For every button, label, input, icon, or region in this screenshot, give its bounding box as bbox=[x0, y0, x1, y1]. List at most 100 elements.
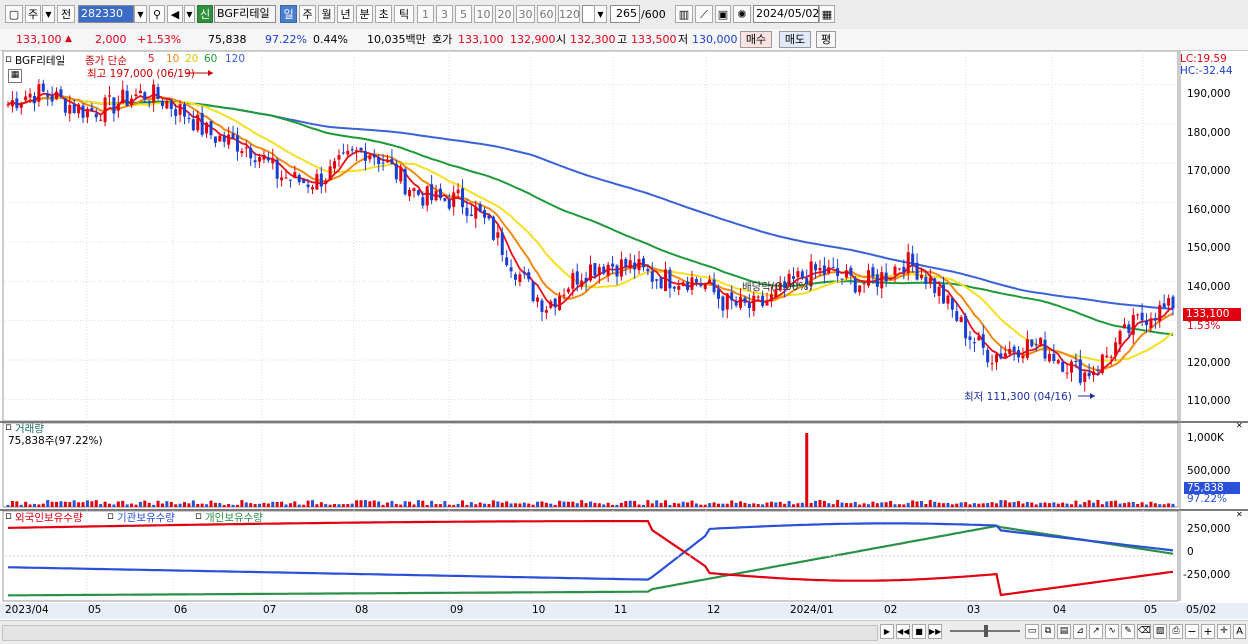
candle-body bbox=[359, 147, 363, 151]
candle-body bbox=[328, 166, 332, 180]
period-day[interactable]: 일 bbox=[280, 5, 297, 23]
current-pct-tag: 1.53% bbox=[1187, 320, 1221, 332]
copy-icon[interactable]: ⧉ bbox=[1041, 624, 1055, 639]
zoom-slider-handle[interactable] bbox=[984, 625, 988, 637]
volume-bar bbox=[637, 504, 641, 507]
chevron-down-icon[interactable]: ▼ bbox=[594, 5, 607, 23]
candle-body bbox=[368, 155, 372, 160]
volume-bar bbox=[134, 504, 138, 507]
buy-button[interactable]: 매수 bbox=[740, 31, 772, 48]
chevron-down-icon[interactable]: ▼ bbox=[42, 5, 55, 23]
volume-pane-menu-icon[interactable]: ▫ bbox=[5, 421, 12, 433]
prev-button[interactable]: 전 bbox=[57, 5, 75, 23]
volume-bar bbox=[1118, 503, 1122, 507]
volume-bar bbox=[1043, 502, 1047, 507]
count-input[interactable]: 265 bbox=[610, 5, 640, 23]
draw-line-icon[interactable]: ⟋ bbox=[695, 5, 713, 23]
plus-icon[interactable]: + bbox=[1201, 624, 1215, 639]
date-input[interactable]: 2024/05/02 bbox=[753, 5, 819, 23]
period-month[interactable]: 월 bbox=[318, 5, 335, 23]
speaker-icon[interactable]: ◀ bbox=[167, 5, 183, 23]
volume-bar bbox=[858, 504, 862, 507]
mult-10[interactable]: 10 bbox=[474, 5, 493, 23]
volume-bar bbox=[716, 503, 720, 507]
crosshair-icon[interactable]: ✛ bbox=[1217, 624, 1231, 639]
turnover-pct: 0.44% bbox=[313, 33, 348, 46]
candle-body bbox=[262, 154, 266, 160]
mult-120[interactable]: 120 bbox=[558, 5, 580, 23]
volume-bar bbox=[19, 504, 23, 507]
minus-icon[interactable]: − bbox=[1185, 624, 1199, 639]
period-week[interactable]: 주 bbox=[299, 5, 316, 23]
volume-bar bbox=[465, 504, 469, 507]
stock-chart[interactable] bbox=[0, 51, 1248, 621]
volume-bar bbox=[416, 500, 420, 507]
volume-bar bbox=[646, 500, 650, 507]
mult-20[interactable]: 20 bbox=[495, 5, 514, 23]
period-second[interactable]: 초 bbox=[375, 5, 392, 23]
price-pane-menu-icon[interactable]: ▫ bbox=[5, 53, 12, 65]
x-tick: 2023/04 bbox=[5, 604, 49, 616]
chevron-down-icon[interactable]: ▼ bbox=[184, 5, 195, 23]
pencil-icon[interactable]: ✎ bbox=[1121, 624, 1135, 639]
candle-body bbox=[531, 281, 535, 302]
volume-bar bbox=[1008, 502, 1012, 507]
code-dropdown-icon[interactable]: ▼ bbox=[134, 5, 147, 23]
auto-scale-icon[interactable]: A bbox=[1233, 624, 1246, 639]
close-icon[interactable]: ✕ bbox=[1236, 421, 1243, 430]
y-tick: 190,000 bbox=[1187, 88, 1231, 100]
mult-1[interactable]: 1 bbox=[417, 5, 434, 23]
close-icon[interactable]: ✕ bbox=[1236, 510, 1243, 519]
candle-body bbox=[862, 283, 866, 285]
calendar-icon[interactable]: ▦ bbox=[819, 5, 835, 23]
dividend-annotation: 배당락(0.00%) bbox=[742, 281, 813, 293]
measure-icon[interactable]: ⊿ bbox=[1073, 624, 1087, 639]
volume-bar bbox=[90, 501, 94, 507]
wave-icon[interactable]: ∿ bbox=[1105, 624, 1119, 639]
window-icon[interactable]: ▢ bbox=[5, 5, 23, 23]
candle-body bbox=[310, 187, 314, 190]
price-pane-title: BGF리테일 bbox=[15, 55, 66, 67]
candle-body bbox=[681, 283, 685, 286]
period-minute[interactable]: 분 bbox=[356, 5, 373, 23]
candle-body bbox=[889, 277, 893, 280]
mult-5[interactable]: 5 bbox=[455, 5, 472, 23]
volume-bar bbox=[641, 504, 645, 507]
stop-icon[interactable]: ■ bbox=[912, 624, 926, 639]
candle-body bbox=[1100, 354, 1104, 374]
eraser-icon[interactable]: ⌫ bbox=[1137, 624, 1151, 639]
volume-bar bbox=[721, 503, 725, 507]
volume-bar bbox=[1145, 504, 1149, 507]
volume-bar bbox=[712, 502, 716, 507]
avg-button[interactable]: 평 bbox=[816, 31, 836, 48]
candle-body bbox=[730, 292, 734, 301]
sell-button[interactable]: 매도 bbox=[779, 31, 811, 48]
stock-code-input[interactable]: 282330 bbox=[78, 5, 134, 23]
rewind-icon[interactable]: ◀◀ bbox=[896, 624, 910, 639]
scroll-right-icon[interactable]: ▶ bbox=[880, 624, 894, 639]
period-year[interactable]: 년 bbox=[337, 5, 354, 23]
volume-bar bbox=[306, 500, 310, 507]
search-icon[interactable]: ⚲ bbox=[149, 5, 165, 23]
save-icon[interactable]: ▣ bbox=[715, 5, 731, 23]
mult-60[interactable]: 60 bbox=[537, 5, 556, 23]
grid-toggle-icon[interactable]: ▦ bbox=[8, 69, 22, 83]
candle-icon[interactable]: ▥ bbox=[675, 5, 693, 23]
trend-icon[interactable]: ↗ bbox=[1089, 624, 1103, 639]
candle-body bbox=[403, 169, 407, 195]
view-select[interactable]: 주 bbox=[25, 5, 41, 23]
volume-bar bbox=[522, 502, 526, 507]
mult-30[interactable]: 30 bbox=[516, 5, 535, 23]
print-icon[interactable]: ⎙ bbox=[1169, 624, 1183, 639]
gear-icon[interactable]: ✺ bbox=[733, 5, 751, 23]
image-icon[interactable]: ▧ bbox=[1153, 624, 1167, 639]
holdings-pane-menu-icon[interactable]: ▫ bbox=[5, 510, 12, 522]
table-icon[interactable]: ▤ bbox=[1057, 624, 1071, 639]
candle-body bbox=[972, 342, 976, 344]
volume-bar bbox=[1083, 502, 1087, 507]
mult-3[interactable]: 3 bbox=[436, 5, 453, 23]
period-tick[interactable]: 틱 bbox=[394, 5, 414, 23]
layout-icon[interactable]: ▭ bbox=[1025, 624, 1039, 639]
fast-forward-icon[interactable]: ▶▶ bbox=[928, 624, 942, 639]
chart-scrollbar[interactable] bbox=[2, 625, 878, 641]
